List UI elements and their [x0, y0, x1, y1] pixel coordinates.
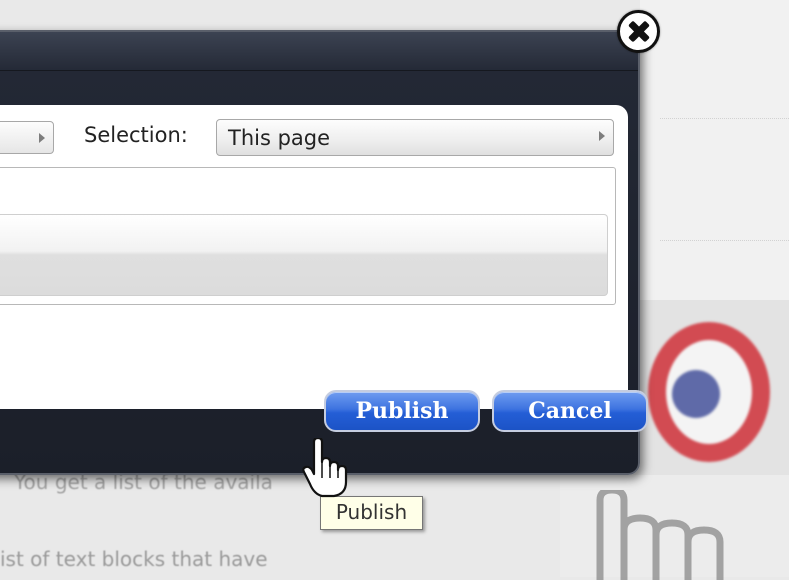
publish-button[interactable]: Publish	[324, 390, 480, 432]
background-text-line: ist of text blocks that have	[0, 547, 268, 571]
chevron-right-icon	[599, 131, 605, 141]
dialog-content-panel: Selection: This page	[0, 105, 628, 409]
filter-dropdown[interactable]	[0, 121, 54, 154]
background-divider	[660, 240, 789, 241]
chevron-right-icon	[39, 133, 45, 143]
list-item[interactable]	[0, 214, 608, 296]
selection-label: Selection:	[84, 123, 188, 147]
cancel-button[interactable]: Cancel	[492, 390, 648, 432]
selection-dropdown[interactable]: This page	[216, 119, 614, 156]
item-list	[0, 167, 616, 305]
tooltip: Publish	[320, 496, 423, 530]
pointer-hand-icon	[302, 438, 348, 498]
target-center	[672, 370, 720, 418]
background-divider	[660, 118, 789, 119]
hand-cursor-icon	[596, 490, 724, 580]
dialog-header-divider	[0, 70, 638, 71]
selection-value: This page	[228, 126, 331, 150]
close-icon[interactable]	[617, 10, 660, 53]
